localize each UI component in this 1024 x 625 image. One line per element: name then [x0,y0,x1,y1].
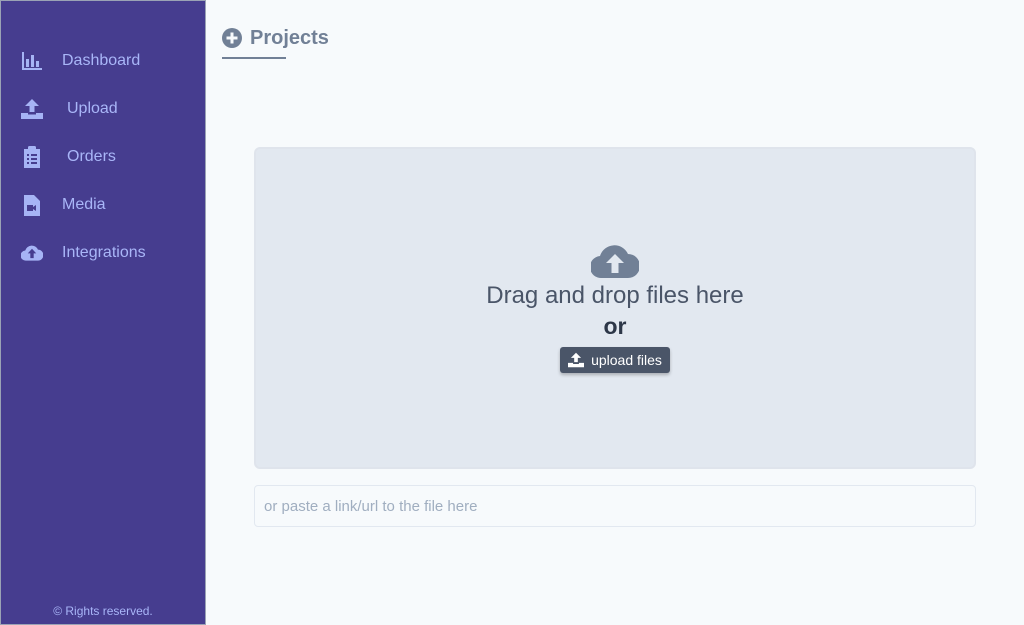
upload-icon [21,98,43,120]
sidebar-item-integrations[interactable]: Integrations [1,229,205,277]
sidebar-item-media[interactable]: Media [1,181,205,229]
chart-bar-icon [21,50,43,72]
sidebar-item-orders[interactable]: Orders [1,133,205,181]
page-header: Projects [222,26,329,50]
sidebar-item-label: Upload [67,100,118,117]
sidebar-item-label: Integrations [62,244,146,261]
file-video-icon [21,194,43,216]
cloud-upload-icon [591,245,639,279]
url-input[interactable] [254,485,976,527]
cloud-upload-icon [21,242,43,264]
sidebar-footer: © Rights reserved. [53,604,153,618]
sidebar-item-label: Dashboard [62,52,141,69]
sidebar-item-label: Orders [67,148,116,165]
upload-files-button[interactable]: upload files [560,347,670,373]
title-underline [222,57,286,59]
upload-icon [568,352,585,368]
plus-circle-icon[interactable] [222,28,242,48]
dropzone-content: Drag and drop files here or upload files [256,243,974,373]
sidebar-item-dashboard[interactable]: Dashboard [1,37,205,85]
dropzone-text: Drag and drop files here [486,282,744,309]
main-content: Projects Drag and drop files here or upl… [206,0,1024,625]
sidebar-item-upload[interactable]: Upload [1,85,205,133]
clipboard-list-icon [21,146,43,168]
app: Dashboard Upload Orders Media Integratio… [0,0,1024,625]
dropzone-or: or [603,313,627,339]
sidebar: Dashboard Upload Orders Media Integratio… [0,0,206,625]
upload-files-label: upload files [591,352,662,368]
sidebar-item-label: Media [62,196,106,213]
sidebar-nav: Dashboard Upload Orders Media Integratio… [1,37,205,277]
page-title: Projects [250,26,329,49]
file-dropzone[interactable]: Drag and drop files here or upload files [254,147,976,469]
